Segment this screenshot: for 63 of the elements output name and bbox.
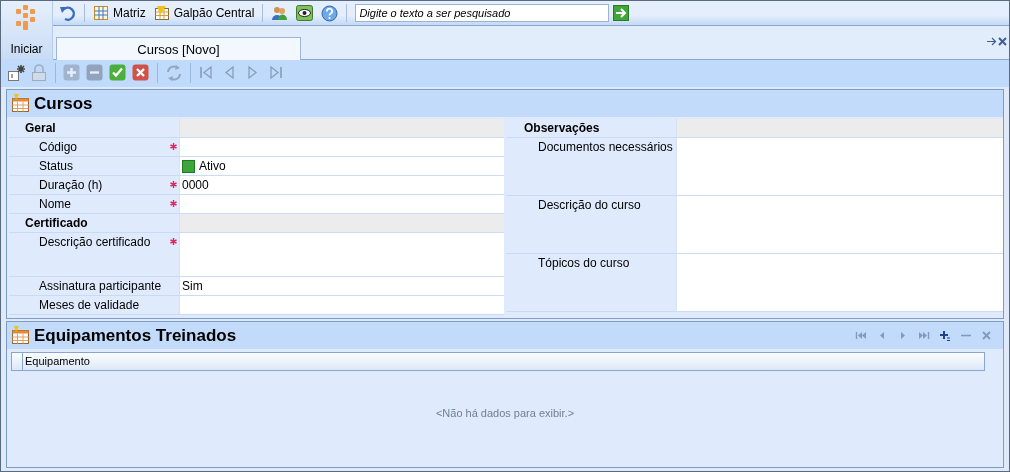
- toolbar-button[interactable]: Galpão Central: [151, 4, 257, 22]
- minus-icon: [86, 64, 104, 82]
- new-record-button[interactable]: [7, 64, 25, 82]
- plus-icon: [63, 64, 81, 82]
- input-field[interactable]: [676, 254, 1003, 312]
- spreadsheet-icon: [153, 4, 171, 22]
- toolbar-button[interactable]: Matriz: [91, 4, 148, 22]
- undo-button[interactable]: [57, 4, 78, 22]
- close-icon: [132, 64, 150, 82]
- help-button[interactable]: [319, 4, 341, 22]
- field-label: Descrição certificado: [39, 235, 151, 249]
- table-icon: [10, 326, 30, 345]
- status-icon: [182, 159, 195, 173]
- input-field[interactable]: [179, 233, 504, 277]
- input-field[interactable]: [179, 138, 504, 157]
- field-label: Tópicos do curso: [538, 256, 630, 270]
- field-label: Meses de validade: [39, 298, 140, 312]
- column-header[interactable]: Equipamento: [23, 353, 90, 370]
- empty-message: <Não há dados para exibir.>: [435, 407, 575, 419]
- first-icon: [855, 330, 867, 341]
- pin-button[interactable]: [987, 37, 997, 46]
- check-button[interactable]: [109, 64, 127, 82]
- field-label: Documentos necessários: [538, 140, 673, 154]
- close-button[interactable]: [132, 64, 150, 82]
- input-field[interactable]: [676, 138, 1003, 196]
- panel-title: Cursos: [34, 93, 93, 114]
- eye-icon: [296, 4, 314, 22]
- new-record-icon: [7, 64, 25, 82]
- panel-title: Equipamentos Treinados: [34, 325, 237, 346]
- add-row-button[interactable]: [939, 330, 951, 341]
- undo-icon: [59, 4, 76, 22]
- help-icon: [321, 4, 339, 22]
- close-button[interactable]: [998, 37, 1007, 46]
- input-field[interactable]: Sim: [179, 277, 504, 296]
- field-label: Duração (h): [39, 178, 103, 192]
- check-icon: [109, 64, 127, 82]
- eye-button[interactable]: [294, 4, 316, 22]
- input-field[interactable]: [676, 196, 1003, 254]
- field-label: Assinatura participante: [39, 279, 162, 293]
- close-icon: [998, 37, 1007, 46]
- users-icon: [271, 4, 289, 22]
- field-label: Nome: [39, 197, 71, 211]
- delete-icon: [981, 330, 993, 341]
- lock-icon: [30, 64, 48, 82]
- grid-icon: [93, 4, 110, 22]
- field-label: Código: [39, 140, 78, 154]
- field-label: Descrição do curso: [538, 198, 641, 212]
- table-icon: [10, 94, 30, 113]
- input-field[interactable]: 0000: [179, 176, 504, 195]
- refresh-icon: [165, 64, 183, 82]
- tab[interactable]: Cursos [Novo]: [56, 37, 301, 60]
- input-field[interactable]: [179, 296, 504, 315]
- arrow-icon: [613, 5, 630, 21]
- go-button[interactable]: [613, 5, 630, 21]
- add-row-icon: [939, 330, 951, 341]
- last-icon: [918, 330, 930, 341]
- last-icon: [267, 64, 285, 82]
- input-field[interactable]: Ativo: [179, 157, 504, 176]
- field-label: Status: [39, 159, 74, 173]
- input-field[interactable]: [179, 195, 504, 214]
- start-button[interactable]: Iniciar: [1, 1, 53, 60]
- arrow-icon: [987, 37, 997, 46]
- search-field[interactable]: Digite o texto a ser pesquisado: [355, 4, 610, 22]
